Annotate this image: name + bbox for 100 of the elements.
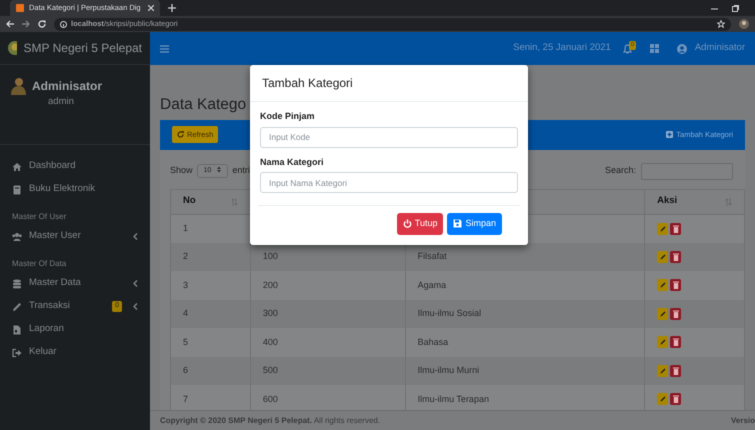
sidebar-item[interactable]: Master Data xyxy=(0,272,150,295)
close-icon[interactable] xyxy=(148,5,154,11)
bell-icon[interactable] xyxy=(622,44,632,54)
pencil-icon xyxy=(660,396,666,402)
delete-button[interactable] xyxy=(670,279,682,292)
table-cell: 7 xyxy=(183,394,188,404)
edit-button[interactable] xyxy=(657,222,668,235)
refresh-icon xyxy=(177,131,184,138)
version-text: Versio xyxy=(730,414,755,426)
edit-button[interactable] xyxy=(657,364,668,377)
pencil-icon xyxy=(660,226,666,232)
save-button[interactable]: Simpan xyxy=(447,213,502,234)
delete-button[interactable] xyxy=(670,393,682,406)
menu-icon[interactable] xyxy=(160,44,169,52)
pencil-icon xyxy=(660,310,666,317)
delete-button[interactable] xyxy=(670,308,682,320)
trash-icon xyxy=(672,252,679,261)
sidebar-item[interactable]: Keluar xyxy=(0,341,150,364)
trash-icon xyxy=(672,366,679,375)
forward-icon[interactable] xyxy=(22,20,30,28)
sidebar-section-header: Master Of User xyxy=(11,211,68,223)
table-cell: 1 xyxy=(183,222,188,233)
info-icon xyxy=(60,20,67,28)
edit-button[interactable] xyxy=(657,308,668,320)
pencil-icon xyxy=(660,254,666,260)
edit-button[interactable] xyxy=(657,393,668,406)
modal-title: Tambah Kategori xyxy=(250,65,528,102)
pencil-icon xyxy=(660,282,666,288)
table-cell: Ilmu-ilmu Murni xyxy=(418,365,480,376)
home-icon xyxy=(12,162,22,172)
back-icon[interactable] xyxy=(6,20,14,28)
table-cell: 5 xyxy=(183,336,188,347)
date-text: Senin, 25 Januari 2021 xyxy=(513,41,611,56)
search-label: Search: xyxy=(604,164,636,178)
column-header[interactable]: Aksi xyxy=(657,194,678,209)
pencil-icon xyxy=(660,368,666,374)
pencil-icon xyxy=(12,302,22,312)
sidebar-item[interactable]: Laporan xyxy=(0,318,150,341)
copyright-text: Copyright © 2020 xyxy=(160,416,226,424)
sign-out-icon xyxy=(12,348,22,358)
user-role: admin xyxy=(48,95,75,109)
table-cell: Ilmu-ilmu Sosial xyxy=(418,308,482,318)
trash-icon xyxy=(672,310,679,318)
table-cell: 3 xyxy=(183,280,188,290)
page-title: Data Katego xyxy=(160,96,248,115)
user-menu[interactable]: Adminisator xyxy=(694,41,745,56)
user-icon xyxy=(10,77,26,95)
sidebar-item[interactable]: Dashboard xyxy=(0,155,150,178)
close-button[interactable]: Tutup xyxy=(396,213,444,234)
field-label: Nama Kategori xyxy=(260,156,325,169)
table-cell: 600 xyxy=(262,394,278,404)
document-icon xyxy=(12,324,22,334)
table-cell: Bahasa xyxy=(418,336,448,347)
show-label: Show xyxy=(170,164,193,178)
field-label: Kode Pinjam xyxy=(260,110,316,123)
table-cell: 4 xyxy=(183,308,188,318)
user-circle-icon[interactable] xyxy=(676,44,687,54)
school-logo-icon xyxy=(8,41,18,55)
sidebar-item[interactable]: Buku Elektronik xyxy=(0,178,150,201)
trash-icon xyxy=(672,395,679,404)
reload-icon[interactable] xyxy=(38,20,46,28)
school-link[interactable]: SMP Negeri 5 Pelepat. xyxy=(228,416,312,424)
delete-button[interactable] xyxy=(670,250,682,263)
user-name: Adminisator xyxy=(32,78,102,95)
select-arrows-icon xyxy=(217,166,222,173)
favicon-icon xyxy=(16,4,24,12)
column-header[interactable]: No xyxy=(183,194,196,209)
profile-icon[interactable] xyxy=(739,19,749,29)
delete-button[interactable] xyxy=(670,364,682,377)
trash-icon xyxy=(672,224,679,233)
table-cell: Filsafat xyxy=(418,251,447,262)
star-icon[interactable] xyxy=(717,20,725,28)
delete-button[interactable] xyxy=(670,222,682,235)
grid-icon[interactable] xyxy=(650,44,659,53)
edit-button[interactable] xyxy=(657,336,668,348)
restore-icon[interactable] xyxy=(732,4,739,12)
users-icon xyxy=(12,232,22,242)
database-icon xyxy=(12,278,22,288)
table-cell: 300 xyxy=(262,308,278,318)
input-field[interactable]: Input Nama Kategori xyxy=(260,172,518,193)
table-cell: 200 xyxy=(262,280,278,290)
new-tab-icon[interactable] xyxy=(168,4,176,12)
brand-name: SMP Negeri 5 Pelepat xyxy=(23,40,142,57)
table-cell: 6 xyxy=(183,365,188,376)
sidebar-item[interactable]: Master User xyxy=(0,225,150,248)
table-cell: 2 xyxy=(183,251,188,262)
table-cell: Agama xyxy=(418,280,446,290)
power-icon xyxy=(402,219,412,228)
table-cell: 100 xyxy=(262,251,278,262)
table-cell: Ilmu-ilmu Terapan xyxy=(418,394,489,404)
trash-icon xyxy=(672,338,679,346)
plus-square-icon xyxy=(666,131,674,138)
input-field[interactable]: Input Kode xyxy=(260,126,518,148)
pencil-icon xyxy=(660,339,666,346)
delete-button[interactable] xyxy=(670,336,682,348)
table-cell: 500 xyxy=(262,365,278,376)
trash-icon xyxy=(672,281,679,290)
edit-button[interactable] xyxy=(657,279,668,292)
sidebar-section-header: Master Of Data xyxy=(11,258,68,270)
edit-button[interactable] xyxy=(657,250,668,263)
